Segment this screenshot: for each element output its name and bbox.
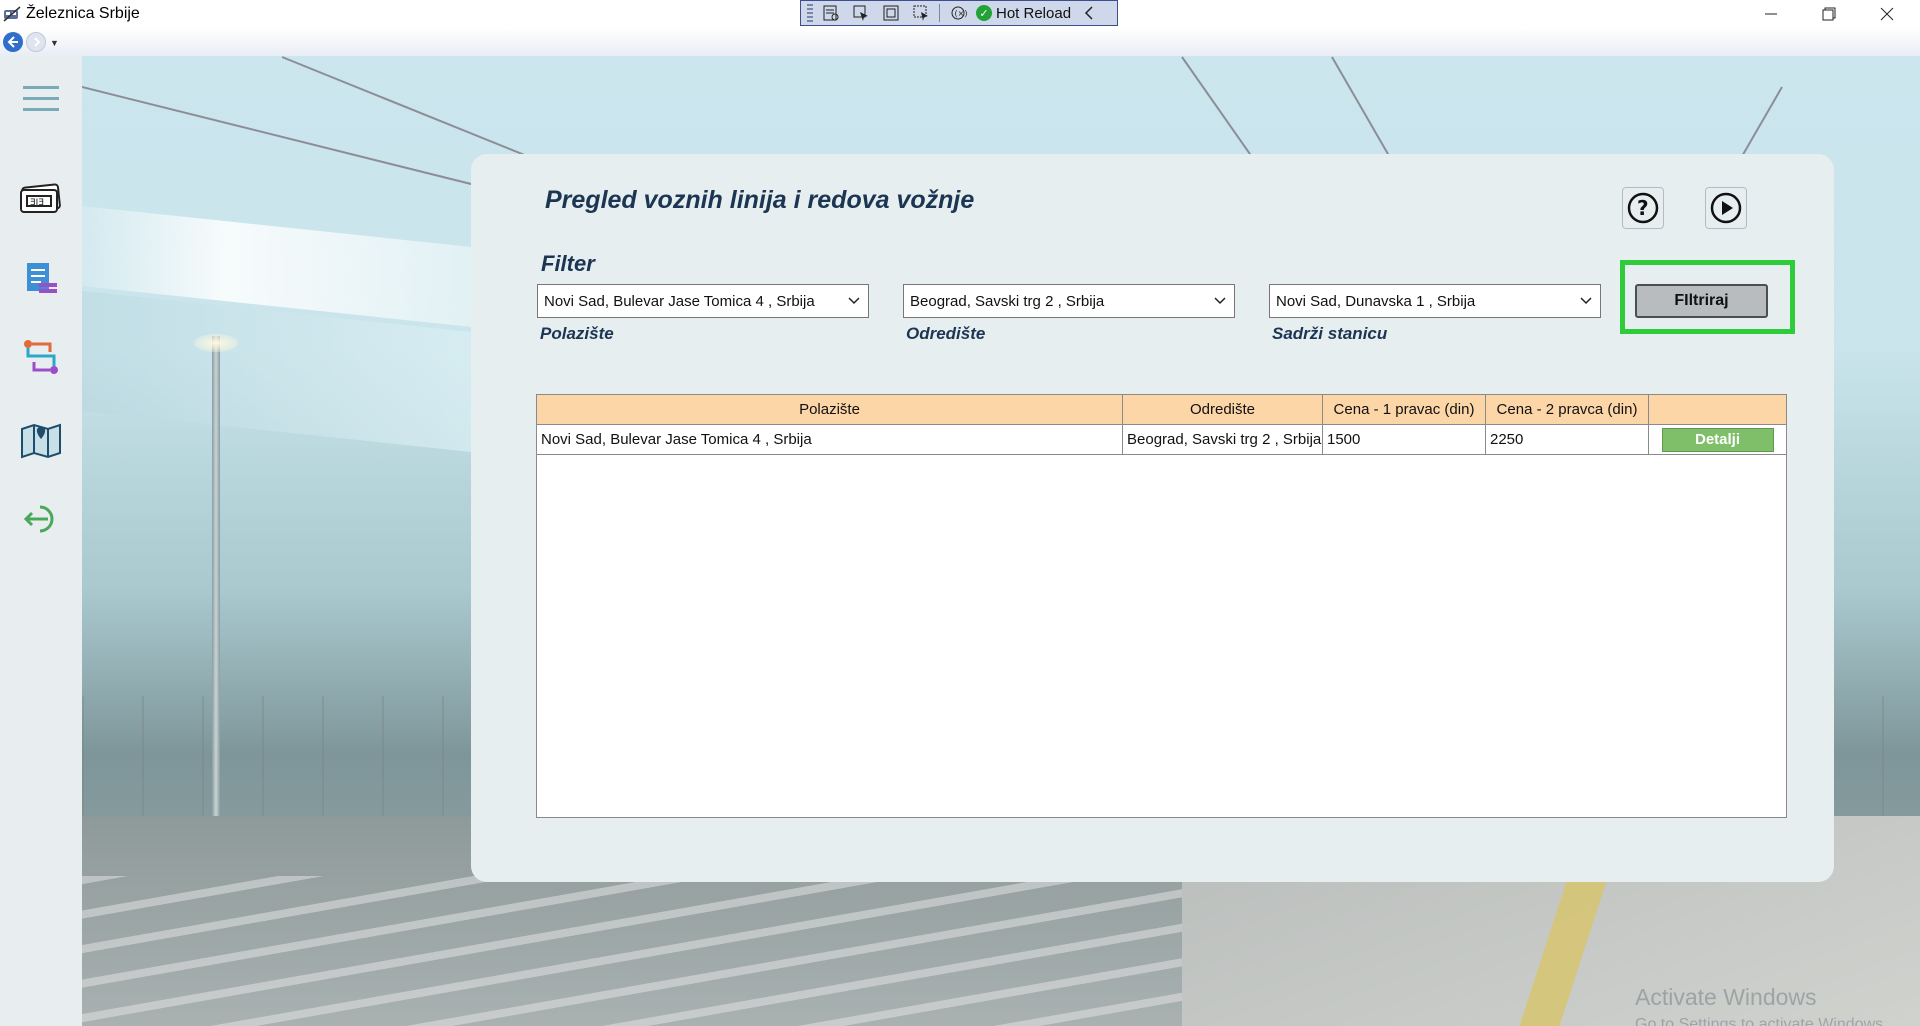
ticket-icon[interactable]: ƎIƎ xyxy=(18,176,64,222)
column-header-actions xyxy=(1649,395,1786,424)
select-element-icon[interactable] xyxy=(849,3,873,23)
navigation-strip: ▼ xyxy=(0,28,1920,56)
column-header-departure[interactable]: Polazište xyxy=(537,395,1123,424)
check-icon: ✓ xyxy=(976,5,992,21)
destination-select-value: Beograd, Savski trg 2 , Srbija xyxy=(910,292,1105,310)
page-title: Pregled voznih linija i redova vožnje xyxy=(545,186,975,214)
help-icon: ? xyxy=(1627,192,1659,224)
filter-button[interactable]: FIltriraj xyxy=(1635,284,1768,318)
close-button[interactable] xyxy=(1858,0,1916,28)
svg-text:(×): (×) xyxy=(955,9,968,18)
filter-heading: Filter xyxy=(541,251,595,276)
departure-label: Polazište xyxy=(540,324,614,343)
contains-station-label: Sadrži stanicu xyxy=(1272,324,1388,343)
activate-windows-hint: Go to Settings to activate Windows. xyxy=(1635,1016,1888,1026)
hot-reload-indicator[interactable]: ✓ Hot Reload xyxy=(976,5,1071,22)
back-arrow-icon[interactable] xyxy=(3,32,23,52)
svg-text:?: ? xyxy=(1637,196,1649,220)
xaml-debug-toolbar: (×) ✓ Hot Reload xyxy=(800,0,1118,26)
timetable-grid: Polazište Odredište Cena - 1 pravac (din… xyxy=(536,394,1787,818)
svg-text:ƎIƎ: ƎIƎ xyxy=(30,198,44,208)
history-dropdown-icon[interactable]: ▼ xyxy=(50,38,59,48)
forward-arrow-icon[interactable] xyxy=(26,32,46,52)
cell-destination: Beograd, Savski trg 2 , Srbija xyxy=(1123,425,1323,454)
close-icon xyxy=(1880,7,1894,21)
chevron-down-icon xyxy=(846,291,862,315)
hamburger-menu-icon[interactable] xyxy=(18,76,64,122)
hot-reload-label: Hot Reload xyxy=(996,4,1072,22)
collapse-toolbar-icon[interactable] xyxy=(1077,3,1101,23)
toolbar-grip[interactable] xyxy=(807,4,813,22)
restore-button[interactable] xyxy=(1800,0,1858,28)
cell-actions: Detalji xyxy=(1649,425,1786,454)
contains-station-select[interactable]: Novi Sad, Dunavska 1 , Srbija xyxy=(1269,284,1601,318)
route-icon[interactable] xyxy=(18,334,64,380)
details-button[interactable]: Detalji xyxy=(1661,427,1774,452)
destination-label: Odredište xyxy=(906,324,986,343)
map-icon[interactable] xyxy=(18,416,64,462)
play-icon xyxy=(1710,192,1742,224)
logout-icon[interactable] xyxy=(18,496,64,542)
binding-failures-icon[interactable]: (×) xyxy=(946,3,970,23)
departure-select-value: Novi Sad, Bulevar Jase Tomica 4 , Srbija xyxy=(544,292,815,310)
track-focus-icon[interactable] xyxy=(909,3,933,23)
timetable-panel: Pregled voznih linija i redova vožnje ? … xyxy=(471,154,1834,882)
chevron-down-icon xyxy=(1578,291,1594,315)
destination-select[interactable]: Beograd, Savski trg 2 , Srbija xyxy=(903,284,1235,318)
display-adorners-icon[interactable] xyxy=(879,3,903,23)
minimize-icon xyxy=(1765,13,1777,15)
cell-departure: Novi Sad, Bulevar Jase Tomica 4 , Srbija xyxy=(537,425,1123,454)
train-app-icon xyxy=(2,4,22,24)
contains-station-select-value: Novi Sad, Dunavska 1 , Srbija xyxy=(1276,292,1476,310)
minimize-button[interactable] xyxy=(1742,0,1800,28)
grid-header: Polazište Odredište Cena - 1 pravac (din… xyxy=(537,395,1786,425)
left-sidebar: ƎIƎ xyxy=(0,56,82,1026)
table-row[interactable]: Novi Sad, Bulevar Jase Tomica 4 , Srbija… xyxy=(537,425,1786,455)
cell-price-one-way: 1500 xyxy=(1323,425,1486,454)
live-visual-tree-icon[interactable] xyxy=(819,3,843,23)
departure-select[interactable]: Novi Sad, Bulevar Jase Tomica 4 , Srbija xyxy=(537,284,869,318)
window-title: Železnica Srbije xyxy=(26,5,140,22)
help-button[interactable]: ? xyxy=(1622,187,1664,229)
title-bar: Železnica Srbije (×) ✓ Hot Reload xyxy=(0,0,1920,28)
chevron-down-icon xyxy=(1212,291,1228,315)
column-header-price-one-way[interactable]: Cena - 1 pravac (din) xyxy=(1323,395,1486,424)
play-tutorial-button[interactable] xyxy=(1705,187,1747,229)
timetable-list-icon[interactable] xyxy=(18,256,64,302)
toolbar-separator xyxy=(939,4,940,22)
column-header-destination[interactable]: Odredište xyxy=(1123,395,1323,424)
column-header-price-return[interactable]: Cena - 2 pravca (din) xyxy=(1486,395,1649,424)
cell-price-return: 2250 xyxy=(1486,425,1649,454)
activate-windows-watermark: Activate Windows xyxy=(1635,984,1817,1010)
restore-icon xyxy=(1822,7,1836,21)
